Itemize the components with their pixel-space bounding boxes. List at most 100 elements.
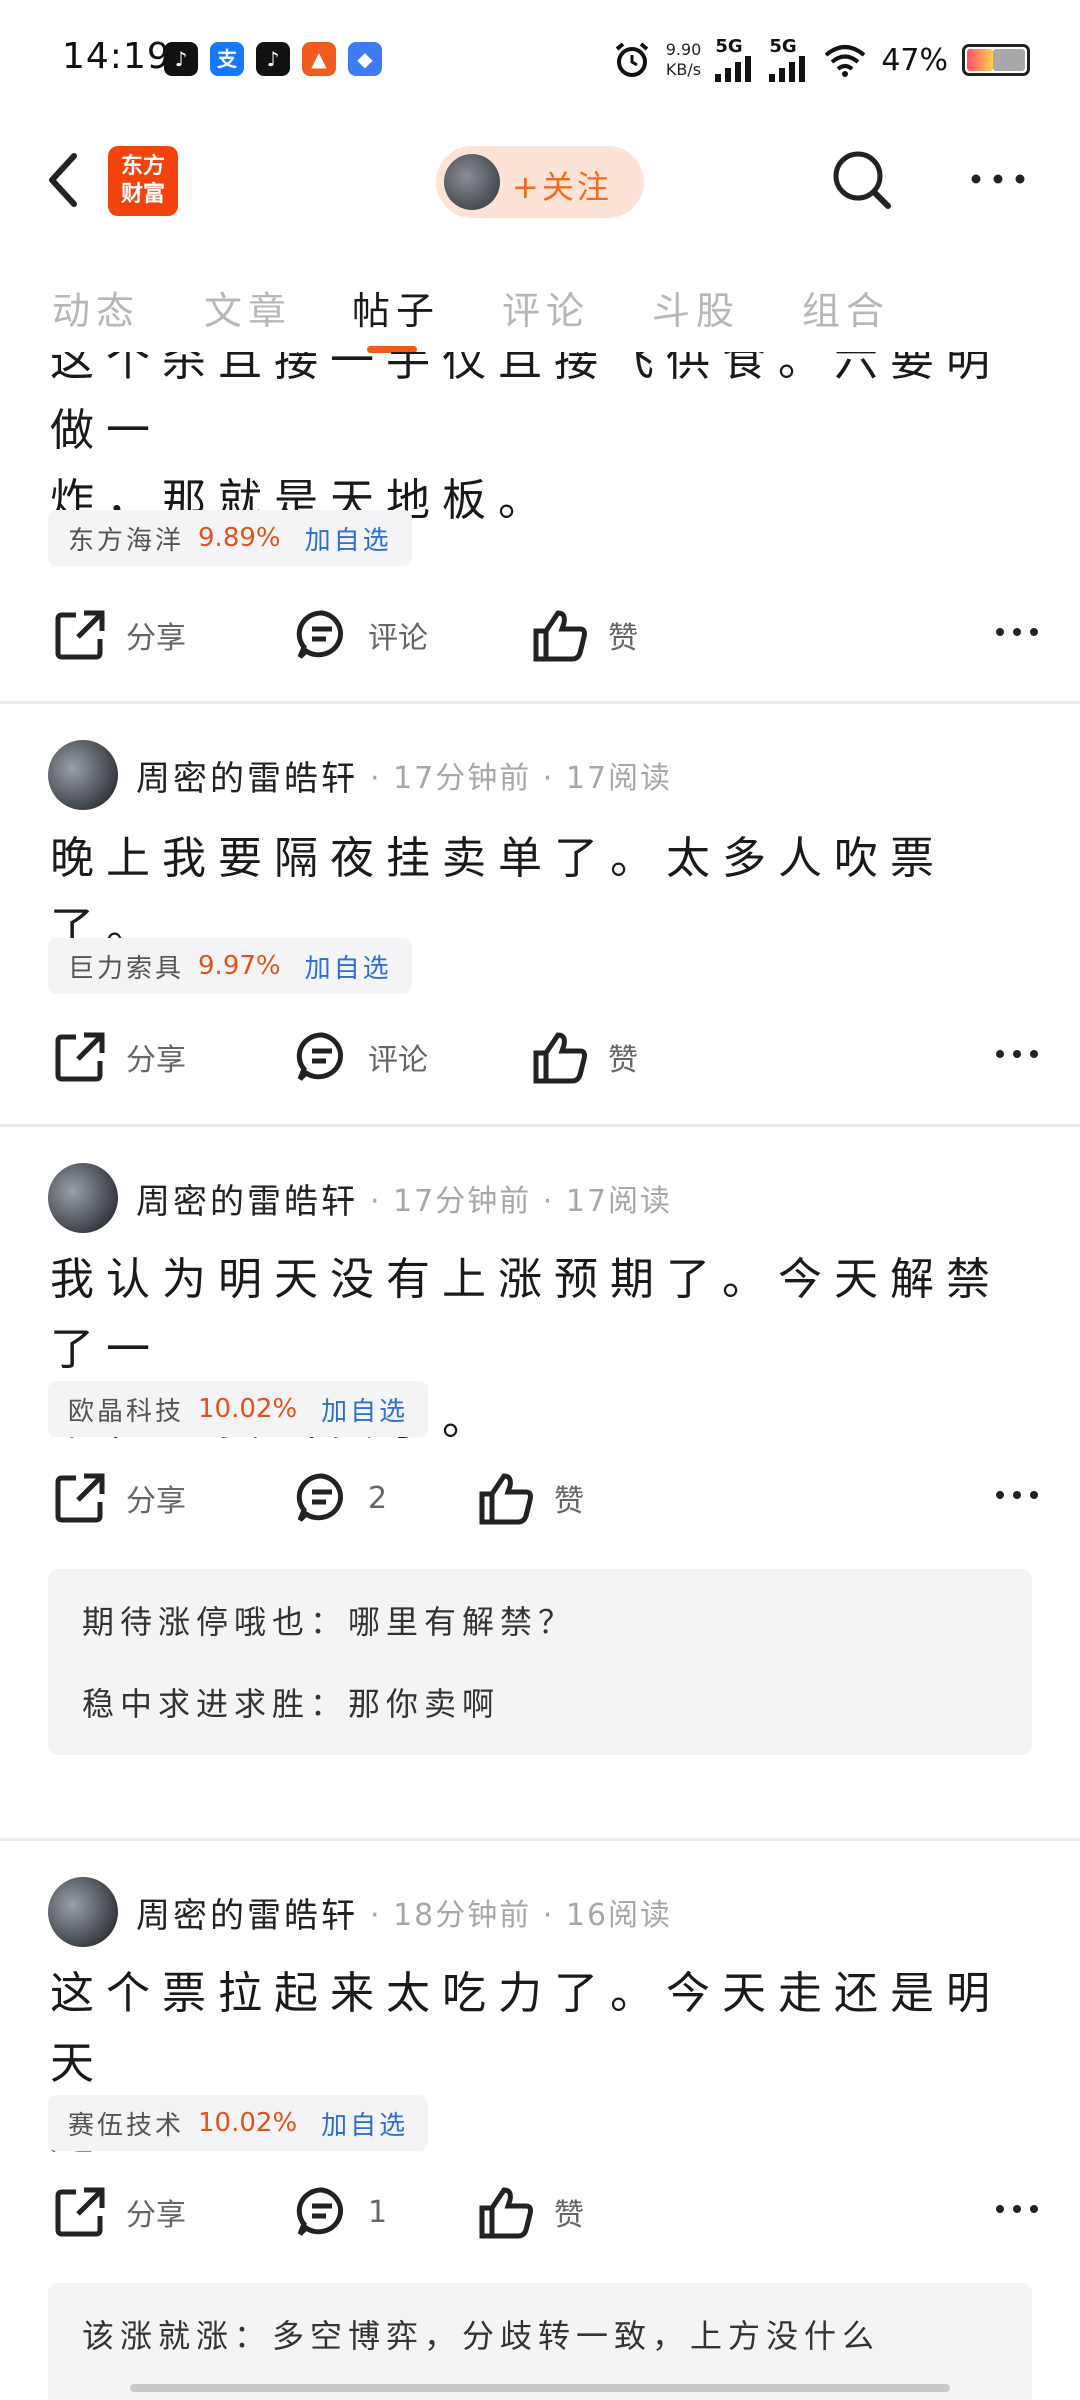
follow-button[interactable]: +关注 (436, 146, 644, 218)
post-meta: · 17分钟前 · 17阅读 (370, 1184, 673, 1219)
search-icon[interactable] (830, 148, 894, 212)
thumbs-up-icon (533, 610, 587, 662)
app-logo[interactable]: 东方 财富 (108, 146, 178, 216)
like-label: 赞 (608, 1043, 638, 1078)
stock-change: 10.02% (198, 1394, 298, 1424)
signal-5g-1: 5G (715, 38, 755, 82)
post-author-row[interactable]: 周密的雷皓轩 · 17分钟前 · 17阅读 (48, 1163, 672, 1233)
status-bar: 14:19 ♪ 支 ♪ ▲ ◆ 9.90 KB/s 5G 5G 47% (0, 0, 1080, 118)
comment-label: 评论 (368, 1043, 428, 1078)
comment-text: 那你卖啊 (348, 1685, 501, 1723)
stock-change: 9.89% (198, 523, 281, 553)
post-text-line: 我认为明天没有上涨预期了。今天解禁了一 (50, 1254, 1002, 1375)
logo-line-1: 东方 (120, 154, 165, 179)
signal-5g-2: 5G (769, 38, 809, 82)
comment-preview[interactable]: 期待涨停哦也：哪里有解禁？ 稳中求进求胜：那你卖啊 (48, 1569, 1032, 1755)
alipay-icon: 支 (210, 42, 244, 76)
stock-tag[interactable]: 赛伍技术 10.02% 加自选 (48, 2095, 429, 2151)
avatar (444, 154, 500, 210)
post-author-row[interactable]: 周密的雷皓轩 · 18分钟前 · 16阅读 (48, 1877, 672, 1947)
avatar[interactable] (48, 1163, 118, 1233)
like-label: 赞 (554, 1484, 584, 1519)
thumbs-up-icon (479, 2187, 533, 2239)
more-icon[interactable] (968, 164, 1028, 194)
post-meta: · 17分钟前 · 17阅读 (370, 761, 673, 796)
tab-pinglun[interactable]: 评论 (502, 280, 590, 335)
comment-author[interactable]: 该涨就涨： (82, 2317, 272, 2355)
battery-empty (993, 49, 1025, 71)
like-button[interactable]: 赞 (478, 1463, 584, 1533)
comment-button[interactable]: 评论 (294, 1022, 428, 1092)
share-icon (55, 1032, 105, 1082)
add-watchlist-button[interactable]: 加自选 (305, 520, 392, 557)
thumbs-up-icon (533, 1032, 587, 1084)
more-icon[interactable] (994, 1485, 1040, 1505)
like-button[interactable]: 赞 (532, 600, 638, 670)
author-name[interactable]: 周密的雷皓轩 (136, 751, 358, 800)
comment-item[interactable]: 稳中求进求胜：那你卖啊 (82, 1679, 500, 1725)
comment-item[interactable]: 该涨就涨：多空博弈，分歧转一致，上方没什么 (82, 2311, 880, 2357)
comment-button[interactable]: 2 (294, 1463, 387, 1533)
comment-button[interactable]: 1 (294, 2177, 387, 2247)
post-actions: 分享 评论 赞 (0, 600, 1080, 670)
more-icon[interactable] (994, 1044, 1040, 1064)
more-icon[interactable] (994, 622, 1040, 642)
add-watchlist-button[interactable]: 加自选 (321, 1391, 408, 1428)
comment-author[interactable]: 期待涨停哦也： (82, 1603, 348, 1641)
stock-name: 东方海洋 (68, 525, 185, 556)
tab-zuhe[interactable]: 组合 (802, 280, 890, 335)
douyin-icon: ♪ (164, 42, 198, 76)
status-time: 14:19 (62, 36, 171, 77)
alarm-icon (615, 42, 648, 77)
tab-wenzhang[interactable]: 文章 (204, 280, 292, 335)
author-name[interactable]: 周密的雷皓轩 (136, 1888, 358, 1937)
back-arrow-icon[interactable] (40, 148, 90, 212)
share-button[interactable]: 分享 (52, 600, 186, 670)
like-label: 赞 (554, 2198, 584, 2233)
share-label: 分享 (126, 2198, 186, 2233)
home-indicator[interactable] (130, 2384, 950, 2392)
post-actions: 分享 2 赞 (0, 1463, 1080, 1533)
more-icon[interactable] (994, 2199, 1040, 2219)
post-card: 周密的雷皓轩 · 17分钟前 · 17阅读 我认为明天没有上涨预期了。今天解禁了… (0, 1127, 1080, 1817)
comment-icon (296, 1032, 344, 1081)
share-button[interactable]: 分享 (52, 2177, 186, 2247)
like-button[interactable]: 赞 (478, 2177, 584, 2247)
tab-dougu[interactable]: 斗股 (652, 280, 740, 335)
share-button[interactable]: 分享 (52, 1463, 186, 1533)
author-name[interactable]: 周密的雷皓轩 (136, 1174, 358, 1223)
post-card: 这个杀且接一手仅且接飞供食。六要明做一 炸，那就是天地板。 东方海洋 9.89%… (0, 352, 1080, 704)
comment-preview[interactable]: 该涨就涨：多空博弈，分歧转一致，上方没什么 (48, 2283, 1032, 2400)
avatar[interactable] (48, 740, 118, 810)
share-button[interactable]: 分享 (52, 1022, 186, 1092)
comment-icon (296, 2187, 344, 2236)
stock-tag[interactable]: 东方海洋 9.89% 加自选 (48, 510, 412, 566)
battery-percent: 47% (881, 42, 948, 78)
stock-tag[interactable]: 欧晶科技 10.02% 加自选 (48, 1381, 429, 1437)
post-feed[interactable]: 这个杀且接一手仅且接飞供食。六要明做一 炸，那就是天地板。 东方海洋 9.89%… (0, 352, 1080, 2400)
avatar[interactable] (48, 1877, 118, 1947)
comment-author[interactable]: 稳中求进求胜： (82, 1685, 348, 1723)
top-bar: 东方 财富 +关注 (0, 118, 1080, 244)
add-watchlist-button[interactable]: 加自选 (321, 2105, 408, 2142)
like-button[interactable]: 赞 (532, 1022, 638, 1092)
share-label: 分享 (126, 1484, 186, 1519)
battery-icon (962, 44, 1030, 76)
comment-item[interactable]: 期待涨停哦也：哪里有解禁？ (82, 1597, 576, 1643)
wifi-icon (825, 45, 866, 77)
share-label: 分享 (126, 621, 186, 656)
signal-bars-icon (715, 56, 752, 82)
post-author-row[interactable]: 周密的雷皓轩 · 17分钟前 · 17阅读 (48, 740, 672, 810)
tab-dongtai[interactable]: 动态 (52, 280, 140, 335)
stock-name: 巨力索具 (68, 953, 185, 984)
net-speed-unit: KB/s (665, 60, 702, 79)
signal-bars-icon (769, 56, 806, 82)
comment-button[interactable]: 评论 (294, 600, 428, 670)
post-text[interactable]: 这个杀且接一手仅且接飞供食。六要明做一 炸，那就是天地板。 (50, 352, 1030, 536)
tab-tiezi[interactable]: 帖子 (352, 280, 440, 335)
add-watchlist-button[interactable]: 加自选 (305, 948, 392, 985)
share-label: 分享 (126, 1043, 186, 1078)
net-speed-value: 9.90 (665, 40, 702, 59)
comment-count: 1 (368, 2194, 388, 2230)
stock-tag[interactable]: 巨力索具 9.97% 加自选 (48, 938, 412, 994)
